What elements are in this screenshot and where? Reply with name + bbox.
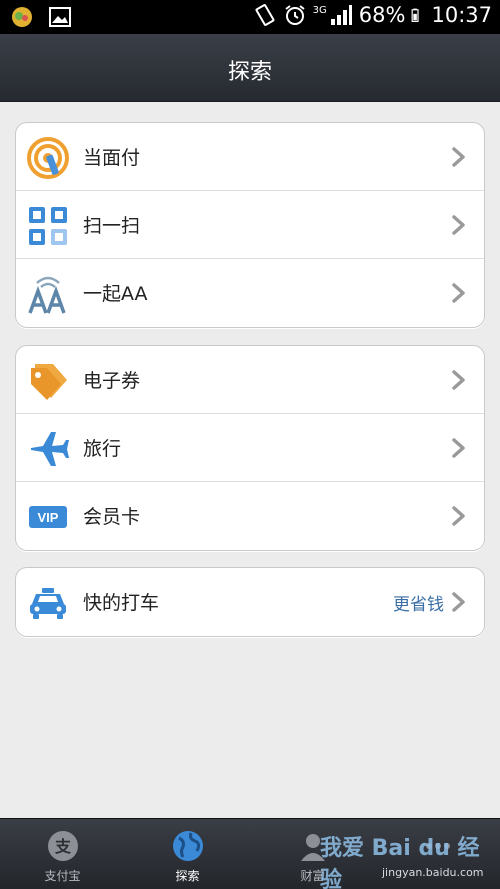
chevron-right-icon — [452, 438, 465, 458]
menu-item-travel[interactable]: 旅行 — [16, 414, 484, 482]
battery-charging-icon — [412, 8, 420, 22]
status-bar: 3G 68% 10:37 — [0, 0, 500, 34]
coupon-tag-icon — [31, 364, 67, 400]
qr-scan-icon — [29, 207, 67, 245]
airplane-icon — [31, 432, 69, 466]
battery-percent: 68% — [358, 3, 406, 27]
tab-explore[interactable]: 探索 — [125, 819, 250, 889]
menu-item-label: 电子券 — [83, 370, 141, 392]
menu-item-label: 会员卡 — [83, 506, 141, 528]
menu-item-face-pay[interactable]: 当面付 — [16, 123, 484, 191]
menu-item-label: 一起AA — [83, 283, 148, 305]
menu-group-3: 快的打车 更省钱 — [15, 567, 485, 637]
alarm-icon — [285, 5, 305, 25]
image-notification-icon — [49, 7, 71, 27]
menu-item-label: 旅行 — [83, 438, 122, 460]
chevron-right-icon — [452, 506, 465, 526]
menu-item-taxi[interactable]: 快的打车 更省钱 — [16, 568, 484, 636]
app-notification-icon — [12, 7, 32, 27]
menu-item-aa[interactable]: 一起AA — [16, 259, 484, 327]
face-pay-icon — [27, 137, 69, 179]
vip-card-icon: VIP — [29, 506, 67, 528]
menu-group-2: 电子券 旅行 VIP 会员卡 — [15, 345, 485, 551]
chevron-right-icon — [452, 370, 465, 390]
alipay-icon: 支 — [48, 831, 78, 861]
menu-item-label: 当面付 — [83, 147, 141, 169]
menu-item-scan[interactable]: 扫一扫 — [16, 191, 484, 259]
promo-text: 更省钱 — [393, 595, 444, 615]
watermark-url: jingyan.baidu.com — [382, 866, 484, 879]
tab-label: 支付宝 — [44, 869, 81, 883]
title-bar: 探索 — [0, 34, 500, 102]
menu-item-member-card[interactable]: VIP 会员卡 — [16, 482, 484, 550]
menu-item-label: 扫一扫 — [83, 215, 141, 237]
tab-label: 探索 — [175, 869, 200, 883]
globe-icon — [173, 831, 203, 861]
page-title: 探索 — [227, 60, 272, 85]
chevron-right-icon — [452, 592, 465, 612]
menu-item-label: 快的打车 — [83, 592, 160, 614]
vibrate-icon — [255, 4, 275, 26]
menu-item-coupon[interactable]: 电子券 — [16, 346, 484, 414]
chevron-right-icon — [452, 215, 465, 235]
aa-split-icon — [28, 276, 66, 314]
menu-group-1: 当面付 扫一扫 一起AA — [15, 122, 485, 328]
watermark: 我爱 Bai du 经验 jingyan.baidu.com — [290, 812, 495, 889]
svg-text:支: 支 — [54, 837, 72, 856]
signal-icon — [330, 5, 352, 25]
tab-alipay[interactable]: 支 支付宝 — [0, 819, 125, 889]
taxi-icon — [30, 588, 66, 619]
watermark-text: 我爱 Bai du 经验 — [320, 836, 480, 889]
network-type: 3G — [312, 5, 327, 16]
svg-text:VIP: VIP — [38, 510, 59, 525]
chevron-right-icon — [452, 147, 465, 167]
clock: 10:37 — [431, 3, 492, 27]
chevron-right-icon — [452, 283, 465, 303]
